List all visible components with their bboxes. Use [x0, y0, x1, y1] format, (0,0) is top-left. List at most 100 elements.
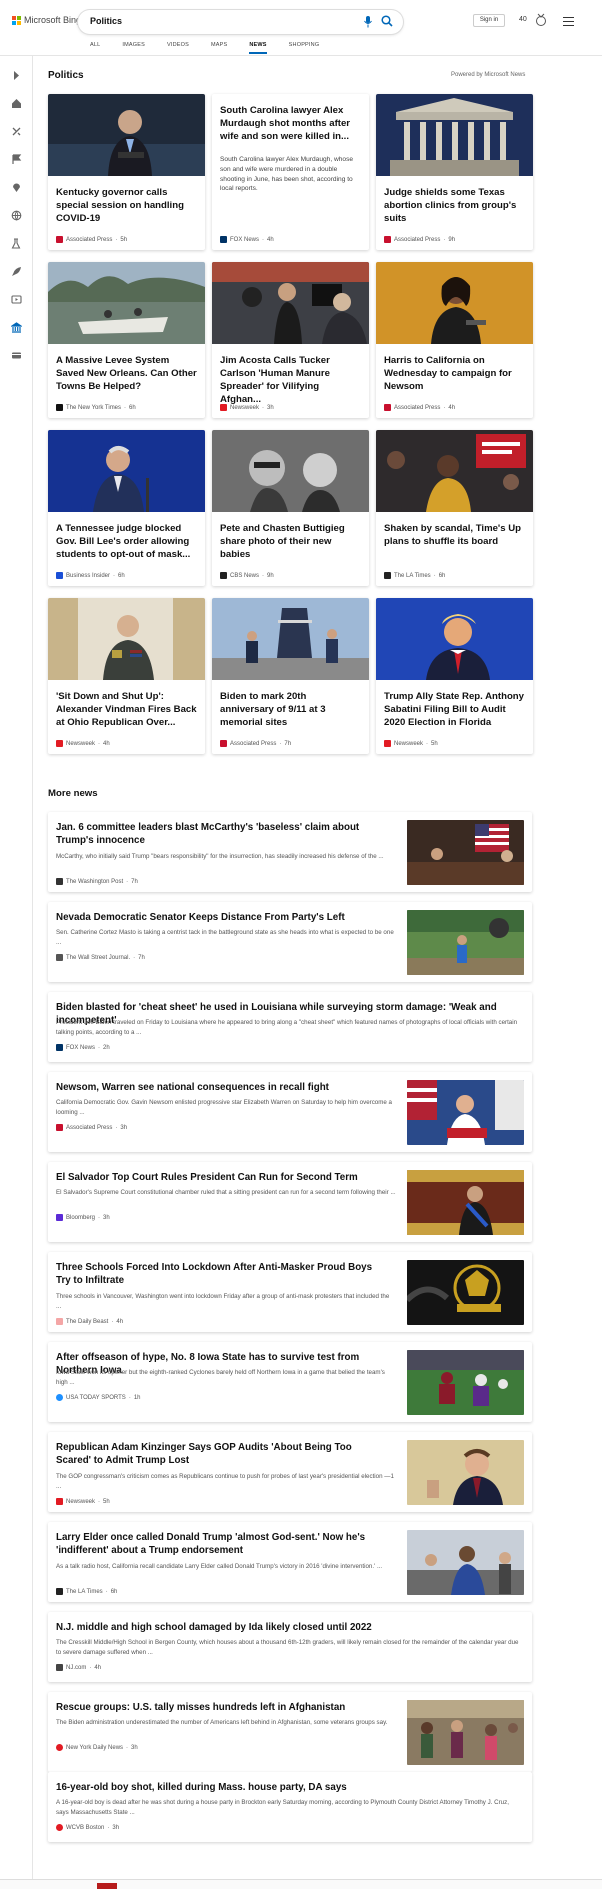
sports-icon[interactable] [11, 126, 22, 137]
microphone-icon[interactable] [363, 16, 373, 28]
hamburger-menu-icon[interactable] [563, 17, 574, 26]
news-list-item[interactable]: N.J. middle and high school damaged by I… [48, 1612, 532, 1682]
news-list-item[interactable]: El Salvador Top Court Rules President Ca… [48, 1162, 532, 1242]
card-title[interactable]: A Tennessee judge blocked Gov. Bill Lee'… [56, 522, 198, 561]
business-icon[interactable] [11, 322, 22, 333]
card-title[interactable]: Jim Acosta Calls Tucker Carlson 'Human M… [220, 354, 362, 406]
rewards-points[interactable]: 40 [519, 16, 527, 23]
news-card[interactable]: Biden to mark 20th anniversary of 9/11 a… [212, 598, 369, 754]
expand-icon[interactable] [11, 70, 22, 81]
news-thumbnail [407, 1080, 524, 1145]
tab-videos[interactable]: VIDEOS [167, 42, 189, 56]
news-snippet: As a talk radio host, California recall … [56, 1563, 383, 1570]
card-icon[interactable] [11, 350, 22, 361]
search-icon[interactable] [381, 15, 393, 27]
rewards-medal-icon[interactable] [535, 13, 547, 27]
news-headline[interactable]: Nevada Democratic Senator Keeps Distance… [56, 911, 378, 924]
news-headline[interactable]: Rescue groups: U.S. tally misses hundred… [56, 1701, 378, 1714]
globe-icon[interactable] [11, 210, 22, 221]
card-title[interactable]: Harris to California on Wednesday to cam… [384, 354, 526, 393]
news-list-item[interactable]: Rescue groups: U.S. tally misses hundred… [48, 1692, 532, 1772]
source-logo-icon [56, 404, 63, 411]
news-headline[interactable]: Larry Elder once called Donald Trump 'al… [56, 1531, 378, 1558]
news-thumbnail [407, 820, 524, 885]
news-list-item[interactable]: 16-year-old boy shot, killed during Mass… [48, 1772, 532, 1842]
tab-shopping[interactable]: SHOPPING [289, 42, 320, 56]
rocket-icon[interactable] [11, 266, 22, 277]
news-headline[interactable]: N.J. middle and high school damaged by I… [56, 1621, 522, 1634]
news-headline[interactable]: 16-year-old boy shot, killed during Mass… [56, 1781, 522, 1794]
source-logo-icon [220, 572, 227, 579]
card-source: Associated Press · 9h [384, 236, 455, 243]
news-headline[interactable]: Newsom, Warren see national consequences… [56, 1081, 378, 1094]
powered-by-label[interactable]: Powered by Microsoft News [451, 72, 525, 78]
search-box[interactable]: Politics [78, 10, 403, 34]
tab-all[interactable]: ALL [90, 42, 100, 56]
news-headline[interactable]: Republican Adam Kinzinger Says GOP Audit… [56, 1441, 378, 1468]
home-icon[interactable] [11, 98, 22, 109]
card-title[interactable]: Biden to mark 20th anniversary of 9/11 a… [220, 690, 362, 729]
card-image [376, 598, 533, 680]
news-thumbnail [407, 1440, 524, 1505]
news-card[interactable]: South Carolina lawyer Alex Murdaugh shot… [212, 94, 369, 250]
news-list-item[interactable]: Three Schools Forced Into Lockdown After… [48, 1252, 532, 1332]
news-card[interactable]: 'Sit Down and Shut Up': Alexander Vindma… [48, 598, 205, 754]
search-input[interactable]: Politics [90, 16, 122, 26]
sign-in-button[interactable]: Sign in [473, 14, 505, 27]
source-logo-icon [56, 1588, 63, 1595]
ad-thumbnail[interactable] [97, 1883, 117, 1889]
news-headline[interactable]: El Salvador Top Court Rules President Ca… [56, 1171, 378, 1184]
bing-logo[interactable]: Microsoft Bing [12, 15, 81, 25]
news-card[interactable]: Pete and Chasten Buttigieg share photo o… [212, 430, 369, 586]
news-snippet: El Salvador's Supreme Court constitution… [56, 1189, 396, 1196]
card-title[interactable]: 'Sit Down and Shut Up': Alexander Vindma… [56, 690, 198, 729]
card-title[interactable]: South Carolina lawyer Alex Murdaugh shot… [220, 104, 362, 143]
card-title[interactable]: Shaken by scandal, Time's Up plans to sh… [384, 522, 526, 548]
news-snippet: Three schools in Vancouver, Washington w… [56, 1293, 390, 1310]
tab-images[interactable]: IMAGES [122, 42, 145, 56]
source-logo-icon [220, 404, 227, 411]
card-source: The LA Times · 6h [384, 572, 445, 579]
news-card[interactable]: A Tennessee judge blocked Gov. Bill Lee'… [48, 430, 205, 586]
news-card[interactable]: Judge shields some Texas abortion clinic… [376, 94, 533, 250]
card-title[interactable]: Pete and Chasten Buttigieg share photo o… [220, 522, 362, 561]
video-icon[interactable] [11, 294, 22, 305]
source-logo-icon [384, 572, 391, 579]
news-thumbnail [407, 1350, 524, 1415]
news-card[interactable]: Trump Ally State Rep. Anthony Sabatini F… [376, 598, 533, 754]
news-card[interactable]: Shaken by scandal, Time's Up plans to sh… [376, 430, 533, 586]
news-snippet: Iowa State won its opener but the eighth… [56, 1369, 385, 1386]
card-title[interactable]: Kentucky governor calls special session … [56, 186, 198, 225]
source-logo-icon [56, 1664, 63, 1671]
news-card[interactable]: Harris to California on Wednesday to cam… [376, 262, 533, 418]
news-list-item[interactable]: Jan. 6 committee leaders blast McCarthy'… [48, 812, 532, 892]
card-title[interactable]: A Massive Levee System Saved New Orleans… [56, 354, 198, 393]
news-thumbnail [407, 1530, 524, 1595]
news-card[interactable]: Kentucky governor calls special session … [48, 94, 205, 250]
news-card[interactable]: Jim Acosta Calls Tucker Carlson 'Human M… [212, 262, 369, 418]
news-source: The LA Times · 6h [56, 1588, 117, 1595]
tab-news[interactable]: NEWS [249, 42, 267, 56]
news-card[interactable]: A Massive Levee System Saved New Orleans… [48, 262, 205, 418]
news-snippet: President Joe Biden traveled on Friday t… [56, 1019, 518, 1036]
news-list-item[interactable]: Biden blasted for 'cheat sheet' he used … [48, 992, 532, 1062]
card-image [376, 262, 533, 344]
news-list-item[interactable]: After offseason of hype, No. 8 Iowa Stat… [48, 1342, 532, 1422]
news-list-item[interactable]: Republican Adam Kinzinger Says GOP Audit… [48, 1432, 532, 1512]
news-snippet: The Biden administration underestimated … [56, 1719, 388, 1726]
news-list-item[interactable]: Nevada Democratic Senator Keeps Distance… [48, 902, 532, 982]
flag-icon[interactable] [11, 154, 22, 165]
news-headline[interactable]: Jan. 6 committee leaders blast McCarthy'… [56, 821, 378, 848]
news-source: The Wall Street Journal. · 7h [56, 954, 145, 961]
card-title[interactable]: Judge shields some Texas abortion clinic… [384, 186, 526, 225]
card-image [48, 430, 205, 512]
news-headline[interactable]: Three Schools Forced Into Lockdown After… [56, 1261, 378, 1288]
news-list-item[interactable]: Newsom, Warren see national consequences… [48, 1072, 532, 1152]
science-icon[interactable] [11, 238, 22, 249]
location-icon[interactable] [11, 182, 22, 193]
source-logo-icon [56, 740, 63, 747]
card-source: Business Insider · 6h [56, 572, 125, 579]
tab-maps[interactable]: MAPS [211, 42, 227, 56]
news-list-item[interactable]: Larry Elder once called Donald Trump 'al… [48, 1522, 532, 1602]
card-title[interactable]: Trump Ally State Rep. Anthony Sabatini F… [384, 690, 526, 729]
